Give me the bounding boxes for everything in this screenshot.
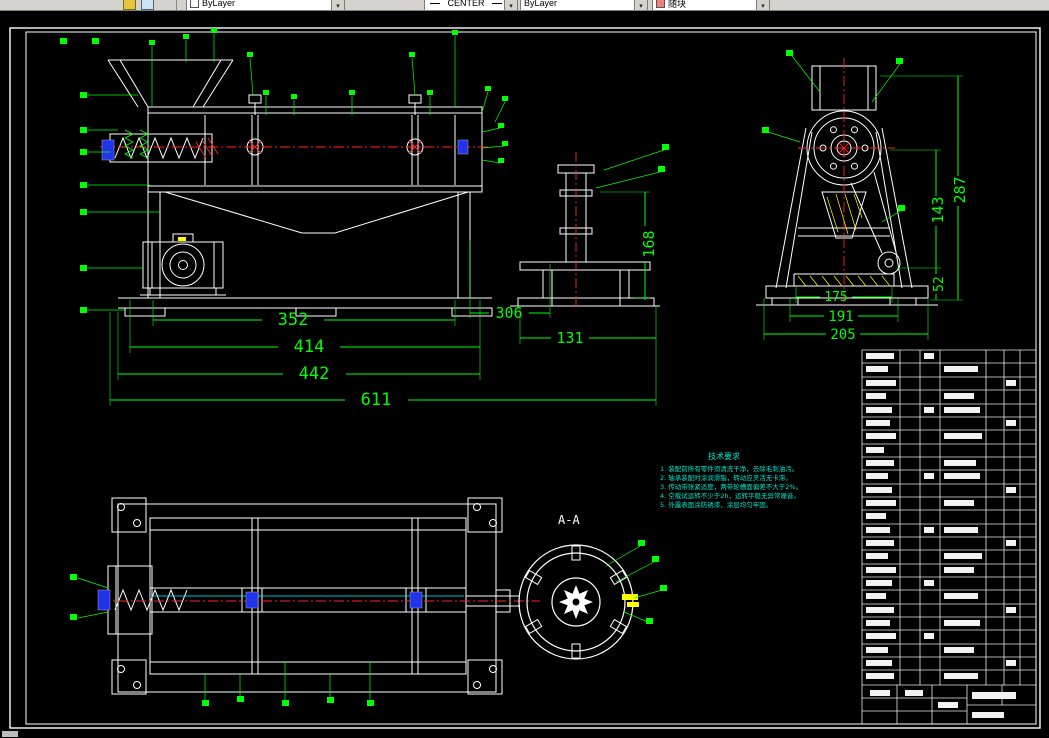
dim-611: 611 <box>361 390 392 410</box>
tech-note-line: 2. 轴承装配时涂润滑脂，转动应灵活无卡滞。 <box>660 473 792 482</box>
drawing-canvas[interactable]: A-A 技术要求 1. 装配前所有零件须清洗干净，去除毛刺油污。 2. 轴承装配… <box>0 0 1049 738</box>
toolbar-separator <box>176 0 177 10</box>
lineweight-control-dropdown[interactable]: ByLayer ▾ <box>520 0 648 10</box>
tech-note-line: 1. 装配前所有零件须清洗干净，去除毛刺油污。 <box>660 464 798 473</box>
color-control-dropdown[interactable]: ByLayer ▾ <box>186 0 345 10</box>
statusbar-chip <box>2 731 18 737</box>
dim-205: 205 <box>830 327 855 343</box>
plotstyle-swatch <box>656 0 665 8</box>
dim-306: 306 <box>495 304 522 322</box>
dim-52: 52 <box>932 276 947 292</box>
tech-note-line: 5. 外露表面涂防锈漆，涂层均匀牢固。 <box>660 500 772 509</box>
color-control-value: ByLayer <box>202 0 236 8</box>
linetype-dash-icon <box>430 2 440 4</box>
color-swatch <box>190 0 199 8</box>
dim-143: 143 <box>929 196 947 223</box>
linetype-dash-icon <box>492 2 502 4</box>
layer-manager-icon[interactable] <box>141 0 154 10</box>
layer-tool-icon[interactable] <box>123 0 136 10</box>
plotstyle-control-dropdown[interactable]: 随块 ▾ <box>652 0 770 10</box>
linetype-control-dropdown[interactable]: CENTER ▾ <box>424 0 518 10</box>
section-hub-bore <box>571 597 581 607</box>
dim-191: 191 <box>828 309 853 325</box>
cad-window: ByLayer ▾ CENTER ▾ ByLayer ▾ 随块 ▾ A-A 技术… <box>0 0 1049 738</box>
dropdown-arrow-icon[interactable]: ▾ <box>756 0 769 10</box>
dim-287: 287 <box>951 176 969 203</box>
section-label: A-A <box>558 513 580 527</box>
dim-414: 414 <box>294 337 325 357</box>
dropdown-arrow-icon[interactable]: ▾ <box>504 0 517 10</box>
dim-175: 175 <box>824 290 847 305</box>
tech-note-line: 4. 空载试运转不少于2h，运转平稳无异常噪音。 <box>660 491 800 500</box>
dropdown-arrow-icon[interactable]: ▾ <box>634 0 647 10</box>
linetype-control-value: CENTER <box>447 0 485 8</box>
dim-168: 168 <box>640 230 658 257</box>
dim-442: 442 <box>299 364 330 384</box>
properties-toolbar: ByLayer ▾ CENTER ▾ ByLayer ▾ 随块 ▾ <box>0 0 1049 11</box>
dropdown-arrow-icon[interactable]: ▾ <box>331 0 344 10</box>
dim-352: 352 <box>278 310 309 330</box>
lineweight-control-value: ByLayer <box>524 0 558 8</box>
tech-note-line: 3. 传动带张紧适度，两带轮槽面偏差不大于2%。 <box>660 482 802 491</box>
dim-131: 131 <box>556 329 583 347</box>
tech-notes-title: 技术要求 <box>708 451 740 461</box>
plotstyle-control-value: 随块 <box>668 0 687 9</box>
